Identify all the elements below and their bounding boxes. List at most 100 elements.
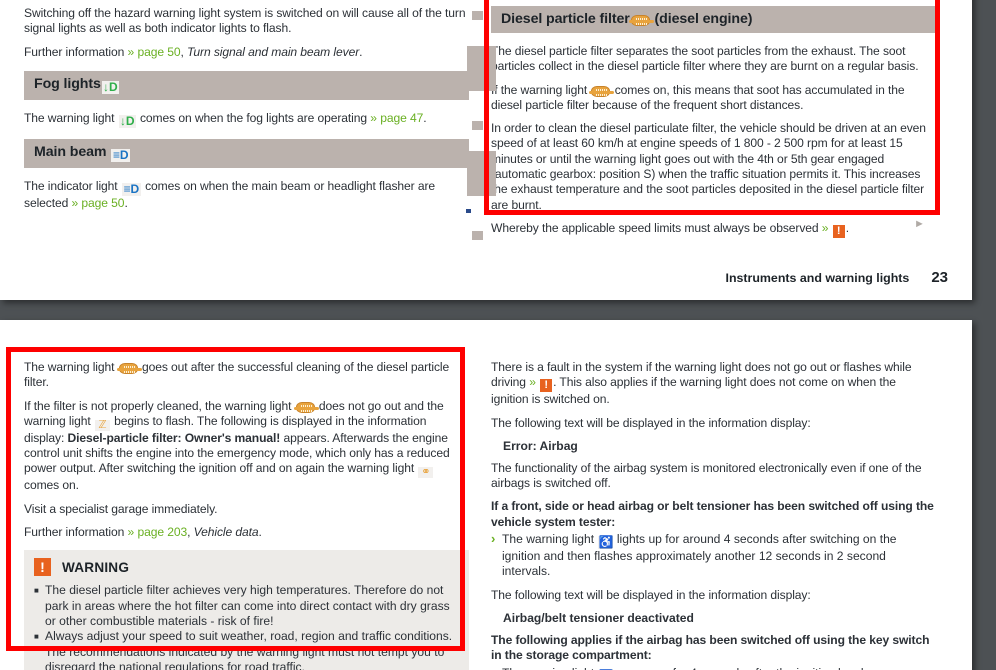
paragraph-hazard-warning: Switching off the hazard warning light s… bbox=[24, 6, 466, 36]
reference-chevron: » bbox=[370, 110, 377, 125]
reference-title: Vehicle data bbox=[193, 525, 259, 540]
period: . bbox=[359, 44, 363, 59]
document-viewport: Hazard warning light system Switching of… bbox=[0, 0, 996, 670]
warning-callout-header: ! WARNING bbox=[34, 558, 459, 577]
heading-key-switch: The following applies if the airbag has … bbox=[491, 632, 930, 663]
b2a: The warning light bbox=[502, 666, 594, 670]
display-message-error-airbag: Error: Airbag bbox=[503, 438, 578, 453]
b1a: The warning light bbox=[502, 532, 595, 547]
page-bottom-left-column: The warning light goes out after the suc… bbox=[24, 360, 469, 670]
display-message-airbag-deactivated: Airbag/belt tensioner deactivated bbox=[503, 610, 694, 625]
glow-plug-coil-icon: ℤ bbox=[94, 419, 110, 431]
p2a: If the filter is not properly cleaned, t… bbox=[24, 398, 292, 413]
paragraph-system-fault: There is a fault in the system if the wa… bbox=[491, 360, 936, 408]
reference-chevron: » bbox=[529, 375, 536, 390]
reference-page-link[interactable]: page 203 bbox=[137, 525, 187, 539]
list-item: The warning light ♿ lights up for around… bbox=[491, 531, 936, 580]
page-bottom-right-column: There is a fault in the system if the wa… bbox=[491, 360, 936, 670]
warning-exclamation-icon: ! bbox=[34, 558, 51, 577]
heading-main-beam: Main beam ≡D bbox=[24, 138, 469, 168]
diesel-particle-filter-icon bbox=[293, 401, 319, 413]
period: . bbox=[124, 195, 128, 210]
reference-chevron: » bbox=[127, 525, 135, 540]
period: . bbox=[845, 220, 849, 235]
warning-bullet-list: The diesel particle filter achieves very… bbox=[34, 583, 459, 670]
heading-main-beam-label: Main beam bbox=[34, 143, 107, 160]
main-beam-icon: ≡D bbox=[111, 147, 131, 162]
footer-section-title: Instruments and warning lights bbox=[725, 271, 910, 285]
reference-page-link[interactable]: page 47 bbox=[380, 111, 423, 125]
fog-text-before: The warning light bbox=[24, 110, 115, 125]
paragraph-dpf-3: In order to clean the diesel particulate… bbox=[491, 121, 926, 212]
page-footer: Instruments and warning lights 23 bbox=[726, 269, 949, 286]
margin-marker bbox=[467, 46, 496, 91]
fog-light-icon: ↓D bbox=[118, 113, 136, 128]
list-item: The warning light ♿ comes on for 4 secon… bbox=[491, 665, 936, 670]
warning-callout-title: WARNING bbox=[62, 559, 130, 575]
margin-marker bbox=[472, 121, 483, 130]
bullet-list-key-switch: The warning light ♿ comes on for 4 secon… bbox=[491, 665, 936, 670]
paragraph-dpf-1: The diesel particle filter separates the… bbox=[491, 44, 919, 74]
comma: , bbox=[180, 44, 184, 59]
paragraph-dpf-cleaned: The warning light goes out after the suc… bbox=[24, 360, 469, 391]
heading-diesel-particle-filter: Diesel particle filter (diesel engine) bbox=[491, 6, 936, 33]
paragraph-dpf-4: Whereby the applicable speed limits must… bbox=[491, 221, 936, 238]
diesel-particle-filter-icon bbox=[116, 363, 142, 374]
reference-chevron: » bbox=[71, 195, 79, 210]
warning-exclamation-icon: ! bbox=[540, 379, 553, 393]
diesel-particle-filter-icon bbox=[628, 15, 654, 26]
reference-chevron: » bbox=[127, 44, 135, 59]
page-bottom-columns: The warning light goes out after the suc… bbox=[24, 360, 948, 670]
page-top-columns: Switching off the hazard warning light s… bbox=[24, 6, 948, 246]
paragraph-dpf-2: If the warning light comes on, this mean… bbox=[491, 83, 936, 114]
beam-text-before: The indicator light bbox=[24, 178, 118, 193]
reference-page-link[interactable]: page 50 bbox=[137, 45, 180, 59]
margin-marker bbox=[472, 11, 483, 20]
fog-light-icon: ↓D bbox=[101, 79, 119, 94]
heading-vehicle-system-tester: If a front, side or head airbag or belt … bbox=[491, 499, 934, 529]
footer-page-number: 23 bbox=[931, 269, 948, 286]
warning-callout: ! WARNING The diesel particle filter ach… bbox=[24, 550, 469, 670]
paragraph-fog-lights: The warning light ↓D comes on when the f… bbox=[24, 111, 469, 128]
further-info-label: Further information bbox=[24, 525, 125, 540]
engine-warning-icon: ⚭ bbox=[418, 467, 434, 479]
airbag-icon: ♿ bbox=[598, 535, 614, 550]
further-information-line: Further information » page 50, Turn sign… bbox=[24, 45, 469, 60]
heading-fog-lights-label: Fog lights bbox=[34, 75, 101, 92]
fog-text-after: comes on when the fog lights are operati… bbox=[139, 110, 368, 125]
bullet-list-tester: The warning light ♿ lights up for around… bbox=[491, 531, 936, 580]
main-beam-icon: ≡D bbox=[121, 181, 141, 196]
manual-page-23: Hazard warning light system Switching of… bbox=[0, 0, 972, 300]
p1-before: The warning light bbox=[24, 360, 115, 374]
heading-dpf-suffix: (diesel engine) bbox=[654, 11, 753, 27]
page-top-left-column: Switching off the hazard warning light s… bbox=[24, 6, 469, 246]
further-info-label: Further information bbox=[24, 44, 125, 59]
diesel-particle-filter-icon bbox=[589, 85, 615, 97]
reference-title: Turn signal and main beam lever bbox=[187, 44, 360, 59]
paragraph-display-intro-2: The following text will be displayed in … bbox=[491, 587, 811, 602]
manual-page-24: The warning light goes out after the suc… bbox=[0, 320, 972, 670]
list-item: The diesel particle filter achieves very… bbox=[34, 583, 459, 629]
dpf4-before: Whereby the applicable speed limits must… bbox=[491, 220, 819, 235]
reference-chevron: » bbox=[821, 220, 829, 235]
period: . bbox=[423, 110, 427, 125]
warning-exclamation-icon: ! bbox=[832, 224, 845, 238]
paragraph-filter-not-cleaned: If the filter is not properly cleaned, t… bbox=[24, 399, 469, 494]
heading-dpf-label: Diesel particle filter bbox=[501, 11, 630, 27]
margin-marker bbox=[472, 231, 483, 240]
paragraph-visit-garage: Visit a specialist garage immediately. bbox=[24, 501, 218, 516]
further-information-line: Further information » page 203, Vehicle … bbox=[24, 525, 469, 540]
paragraph-display-intro-1: The following text will be displayed in … bbox=[491, 415, 811, 430]
dpf2-before: If the warning light bbox=[491, 82, 588, 97]
p2e: comes on. bbox=[24, 478, 79, 493]
display-message-bold: Diesel-particle filter: Owner's manual! bbox=[67, 430, 281, 445]
list-item: Always adjust your speed to suit weather… bbox=[34, 629, 459, 670]
period: . bbox=[258, 525, 262, 540]
paragraph-main-beam: The indicator light ≡D comes on when the… bbox=[24, 179, 469, 211]
reference-page-link[interactable]: page 50 bbox=[81, 196, 124, 210]
paragraph-airbag-monitored: The functionality of the airbag system i… bbox=[491, 460, 922, 491]
margin-marker-blue bbox=[466, 209, 471, 213]
margin-marker bbox=[467, 151, 496, 196]
page-top-right-column: Diesel particle filter (diesel engine) T… bbox=[491, 6, 936, 246]
comma: , bbox=[187, 525, 191, 540]
